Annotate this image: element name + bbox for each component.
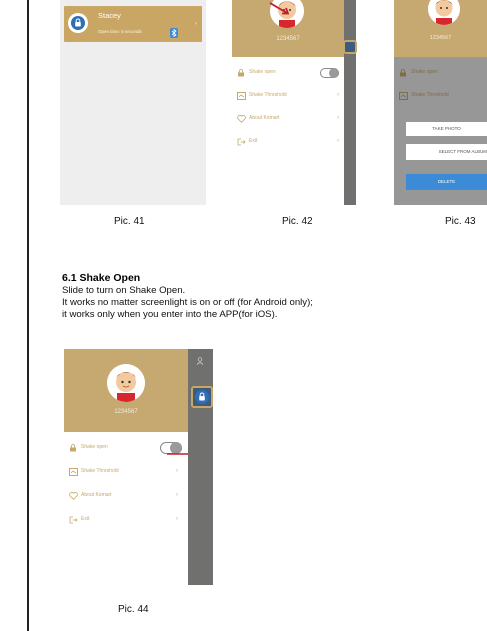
exit-icon (236, 137, 246, 147)
avatar[interactable] (428, 0, 460, 25)
menu-label: Exit (249, 138, 258, 144)
lock-icon (191, 386, 213, 408)
red-arrow-icon (269, 2, 290, 15)
main-screen-edge[interactable] (343, 0, 357, 205)
threshold-icon (68, 467, 78, 477)
caption-pic44: Pic. 44 (118, 604, 149, 615)
threshold-icon (236, 91, 246, 101)
drawer-header: 1234567 (64, 349, 188, 432)
screenshot-drawer-pic42: 1234567 Shake open Shake Threshold › Abo… (232, 0, 344, 205)
chevron-right-icon: › (337, 138, 339, 144)
avatar[interactable] (107, 364, 145, 402)
screenshot-drawer-pic44: 1234567 Shake open Shake Threshold › Abo… (64, 349, 188, 585)
user-icon (196, 352, 204, 365)
menu-item-shake-threshold[interactable]: Shake Threshold › (64, 465, 188, 479)
menu-label: Shake open (81, 444, 108, 450)
heart-icon (236, 114, 246, 124)
chevron-right-icon: › (337, 92, 339, 98)
phone-number: 1234567 (276, 36, 300, 42)
lock-shake-icon (236, 68, 246, 78)
chevron-right-icon: › (176, 492, 178, 498)
menu-item-exit[interactable]: Exit › (232, 135, 344, 149)
select-from-album-button[interactable]: SELECT FROM ALBUM (406, 144, 487, 160)
menu-item-shake-threshold[interactable]: Shake Threshold › (232, 89, 344, 103)
caption-pic41: Pic. 41 (114, 216, 145, 227)
chevron-right-icon: › (176, 516, 178, 522)
lock-shake-icon (68, 443, 78, 453)
lock-icon (343, 40, 357, 54)
chevron-right-icon: › (176, 468, 178, 474)
screenshot-lock-list: Stacey Open time: 5 seconds › (60, 0, 206, 205)
heart-icon (68, 491, 78, 501)
menu-label: Exit (81, 516, 90, 522)
phone-number: 1234567 (114, 409, 138, 415)
lock-icon (68, 13, 88, 33)
section-title: 6.1 Shake Open (62, 272, 141, 284)
menu-item-exit[interactable]: Exit › (64, 513, 188, 527)
lock-name: Stacey (98, 11, 121, 20)
body-line-3: it works only when you enter into the AP… (62, 309, 278, 320)
menu-item-shake-open[interactable]: Shake open (232, 66, 344, 80)
body-line-1: Slide to turn on Shake Open. (62, 285, 186, 296)
bluetooth-icon (170, 25, 178, 43)
drawer-header: 1234567 (394, 0, 487, 57)
exit-icon (68, 515, 78, 525)
lock-list-item[interactable]: Stacey Open time: 5 seconds › (64, 6, 202, 42)
menu-label: About Komart (249, 115, 280, 121)
chevron-right-icon: › (195, 21, 197, 27)
menu-label: About Komart (81, 492, 112, 498)
caption-pic43: Pic. 43 (445, 216, 476, 227)
menu-item-about[interactable]: About Komart › (232, 112, 344, 126)
body-line-2: It works no matter screenlight is on or … (62, 297, 313, 308)
lock-open-time: Open time: 5 seconds (98, 29, 142, 34)
delete-button[interactable]: DELETE (406, 174, 487, 190)
shake-open-toggle[interactable] (320, 68, 339, 78)
phone-number: 1234567 (429, 35, 452, 41)
page-left-border (27, 0, 29, 631)
caption-pic42: Pic. 42 (282, 216, 313, 227)
menu-label: Shake open (249, 69, 276, 75)
menu-item-about[interactable]: About Komart › (64, 489, 188, 503)
menu-label: Shake Threshold (249, 92, 287, 98)
chevron-right-icon: › (337, 115, 339, 121)
take-photo-button[interactable]: TAKE PHOTO (406, 122, 487, 136)
main-screen-edge[interactable] (188, 349, 213, 585)
menu-label: Shake Threshold (81, 468, 119, 474)
screenshot-drawer-pic43: 1234567 Shake open Shake Threshold TAKE … (394, 0, 487, 205)
